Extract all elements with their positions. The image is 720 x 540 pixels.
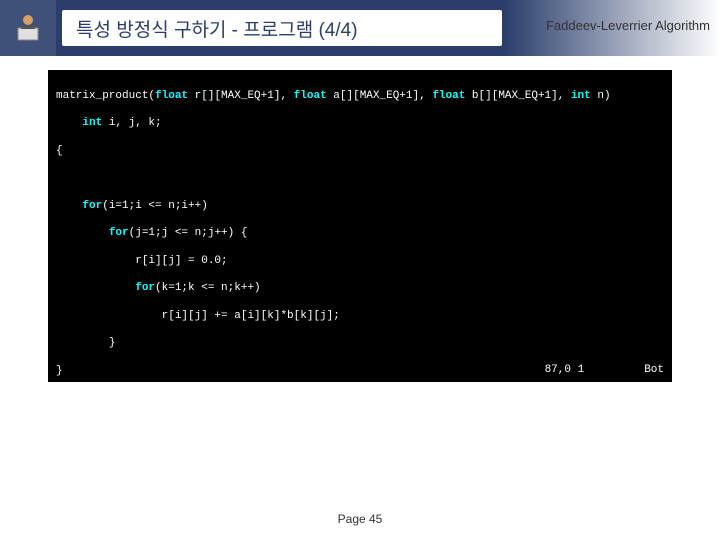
editor-mode: Bot — [644, 364, 664, 378]
code-line: { — [56, 145, 664, 159]
reading-figure-icon — [8, 8, 48, 48]
code-line: } — [56, 337, 664, 351]
code-line — [56, 172, 664, 186]
code-line: for(i=1;i <= n;i++) — [56, 200, 664, 214]
code-line: int i, j, k; — [56, 117, 664, 131]
code-line: for(j=1;j <= n;j++) { — [56, 227, 664, 241]
code-line: r[i][j] = 0.0; — [56, 255, 664, 269]
page-number: Page 45 — [0, 512, 720, 526]
editor-status-bar: 87,0 1 Bot — [56, 364, 664, 378]
cursor-position: 87,0 1 — [545, 364, 585, 378]
header-icon — [0, 0, 56, 56]
algorithm-label: Faddeev-Leverrier Algorithm — [546, 18, 710, 33]
slide-header: 특성 방정식 구하기 - 프로그램 (4/4) Faddeev-Leverrie… — [0, 0, 720, 56]
slide-title: 특성 방정식 구하기 - 프로그램 (4/4) — [62, 10, 502, 46]
code-line: r[i][j] += a[i][k]*b[k][j]; — [56, 310, 664, 324]
code-line: for(k=1;k <= n;k++) — [56, 282, 664, 296]
title-text: 특성 방정식 구하기 - 프로그램 (4/4) — [76, 15, 358, 42]
code-terminal: matrix_product(float r[][MAX_EQ+1], floa… — [48, 70, 672, 382]
code-line: matrix_product(float r[][MAX_EQ+1], floa… — [56, 90, 664, 104]
